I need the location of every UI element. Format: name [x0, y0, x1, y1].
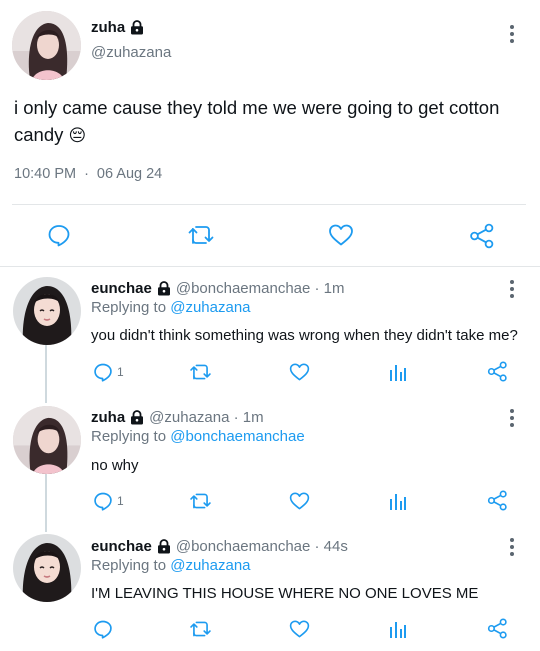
share-icon[interactable]: [487, 361, 508, 382]
replying-to-link[interactable]: @zuhazana: [170, 299, 250, 316]
thread-line: [45, 345, 47, 403]
tweet-meta: 10:40 PM · 06 Aug 24: [14, 166, 162, 182]
display-name[interactable]: zuha: [91, 409, 125, 426]
tweet-time: 10:40 PM: [14, 166, 77, 182]
like-icon[interactable]: [289, 619, 310, 639]
lock-icon: [130, 20, 144, 35]
display-name[interactable]: eunchae: [91, 538, 152, 555]
tweet-date: 06 Aug 24: [96, 166, 163, 182]
retweet-icon[interactable]: [189, 491, 212, 511]
divider: [0, 266, 540, 267]
avatar[interactable]: [13, 534, 81, 602]
handle-time[interactable]: @zuhazana · 1m: [149, 409, 263, 426]
like-icon[interactable]: [289, 491, 310, 511]
analytics-icon[interactable]: [389, 362, 407, 382]
divider: [12, 204, 526, 205]
reply-icon[interactable]: [93, 619, 113, 639]
replying-to: Replying to @zuhazana: [91, 557, 251, 574]
reply-icon[interactable]: [93, 491, 113, 511]
retweet-icon[interactable]: [187, 223, 215, 247]
retweet-icon[interactable]: [189, 362, 212, 382]
display-name[interactable]: eunchae: [91, 280, 152, 297]
handle-time[interactable]: @bonchaemanchae · 44s: [176, 538, 348, 555]
avatar[interactable]: [13, 406, 81, 474]
more-options-icon[interactable]: [509, 25, 515, 43]
replying-prefix: Replying to: [91, 428, 167, 445]
share-icon[interactable]: [487, 490, 508, 511]
share-icon[interactable]: [469, 223, 495, 249]
more-options-icon[interactable]: [509, 409, 515, 427]
avatar[interactable]: [12, 11, 81, 80]
analytics-icon[interactable]: [389, 491, 407, 511]
thread-line: [45, 474, 47, 532]
handle[interactable]: @zuhazana: [91, 44, 171, 61]
lock-icon: [157, 281, 171, 296]
tweet-text: i only came cause they told me we were g…: [14, 94, 514, 149]
reply-icon[interactable]: [47, 223, 71, 247]
retweet-icon[interactable]: [189, 619, 212, 639]
pensive-emoji: 😔: [68, 126, 87, 145]
reply-count: 1: [117, 365, 124, 379]
replying-prefix: Replying to: [91, 557, 167, 574]
replying-to-link[interactable]: @zuhazana: [170, 557, 250, 574]
analytics-icon[interactable]: [389, 619, 407, 639]
like-icon[interactable]: [328, 223, 354, 247]
more-options-icon[interactable]: [509, 538, 515, 556]
tweet-text-body: i only came cause they told me we were g…: [14, 97, 500, 145]
replying-to-link[interactable]: @bonchaemanchae: [170, 428, 305, 445]
reply-text: you didn't think something was wrong whe…: [91, 327, 518, 344]
like-icon[interactable]: [289, 362, 310, 382]
replying-to: Replying to @bonchaemanchae: [91, 428, 305, 445]
lock-icon: [157, 539, 171, 554]
more-options-icon[interactable]: [509, 280, 515, 298]
reply-text: no why: [91, 457, 139, 474]
replying-to: Replying to @zuhazana: [91, 299, 251, 316]
reply-icon[interactable]: [93, 362, 113, 382]
reply-count: 1: [117, 494, 124, 508]
meta-separator: ·: [84, 166, 89, 182]
avatar[interactable]: [13, 277, 81, 345]
display-name[interactable]: zuha: [91, 19, 125, 36]
reply-text: I'M LEAVING THIS HOUSE WHERE NO ONE LOVE…: [91, 585, 479, 602]
replying-prefix: Replying to: [91, 299, 167, 316]
handle-time[interactable]: @bonchaemanchae · 1m: [176, 280, 345, 297]
share-icon[interactable]: [487, 618, 508, 639]
lock-icon: [130, 410, 144, 425]
